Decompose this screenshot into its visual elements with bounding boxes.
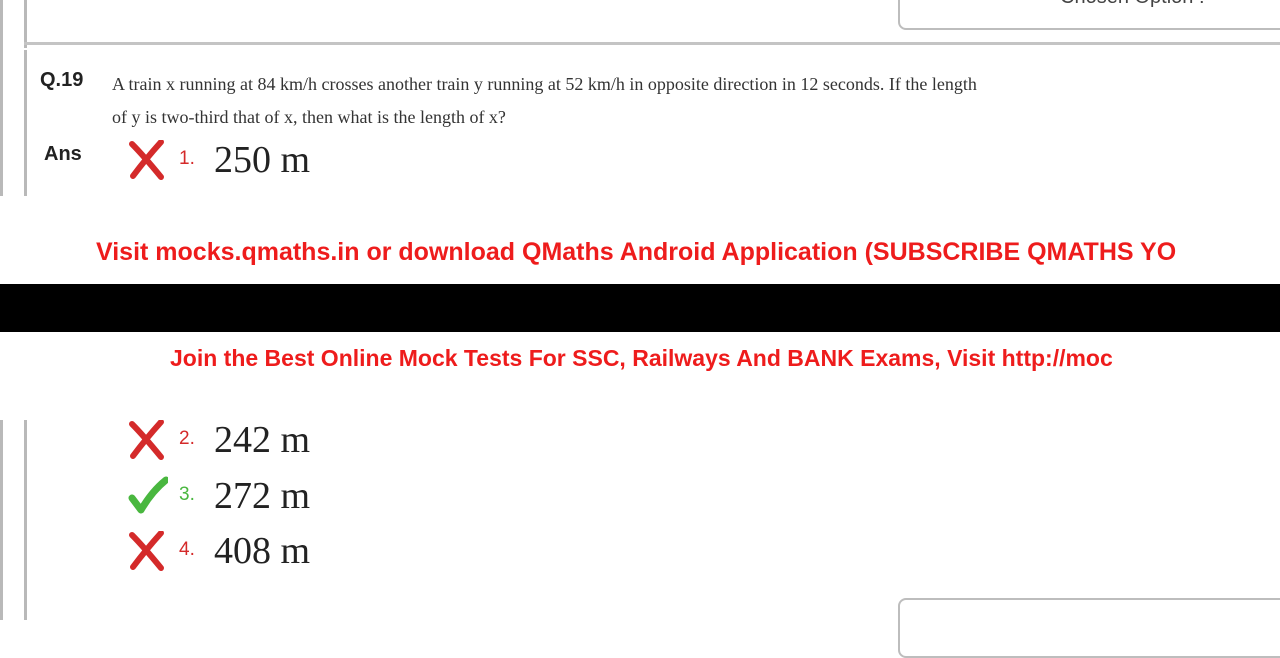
option-value: 272 m [214,475,311,517]
option-number: 1. [179,148,195,169]
answer-label: Ans [44,143,82,165]
inner-border [24,420,27,620]
option-number: 2. [179,428,195,449]
cross-icon [129,531,164,571]
question-line-1: A train x running at 84 km/h crosses ano… [112,74,977,94]
question-line-2: of y is two-third that of x, then what i… [112,107,506,127]
option-number: 4. [179,539,195,560]
checkmark-icon [128,476,168,514]
section-divider [24,42,1280,45]
question-text: A train x running at 84 km/h crosses ano… [112,68,1132,134]
question-number: Q.19 [40,69,84,91]
option-value: 242 m [214,419,311,461]
cross-icon [129,420,164,460]
join-banner: Join the Best Online Mock Tests For SSC,… [170,345,1113,371]
cross-icon [129,140,164,180]
visit-banner: Visit mocks.qmaths.in or download QMaths… [96,238,1177,266]
inner-border [24,50,27,196]
option-value: 408 m [214,530,311,572]
black-separator [0,284,1280,332]
inner-border [24,0,27,48]
option-number: 3. [179,484,195,505]
option-value: 250 m [214,139,311,181]
left-border [0,0,3,196]
chosen-option-box: Chosen Option : [898,0,1280,30]
options-card [0,420,1280,620]
chosen-option-label: Chosen Option : [1060,0,1205,9]
left-border [0,420,3,620]
chosen-option-box [898,598,1280,658]
